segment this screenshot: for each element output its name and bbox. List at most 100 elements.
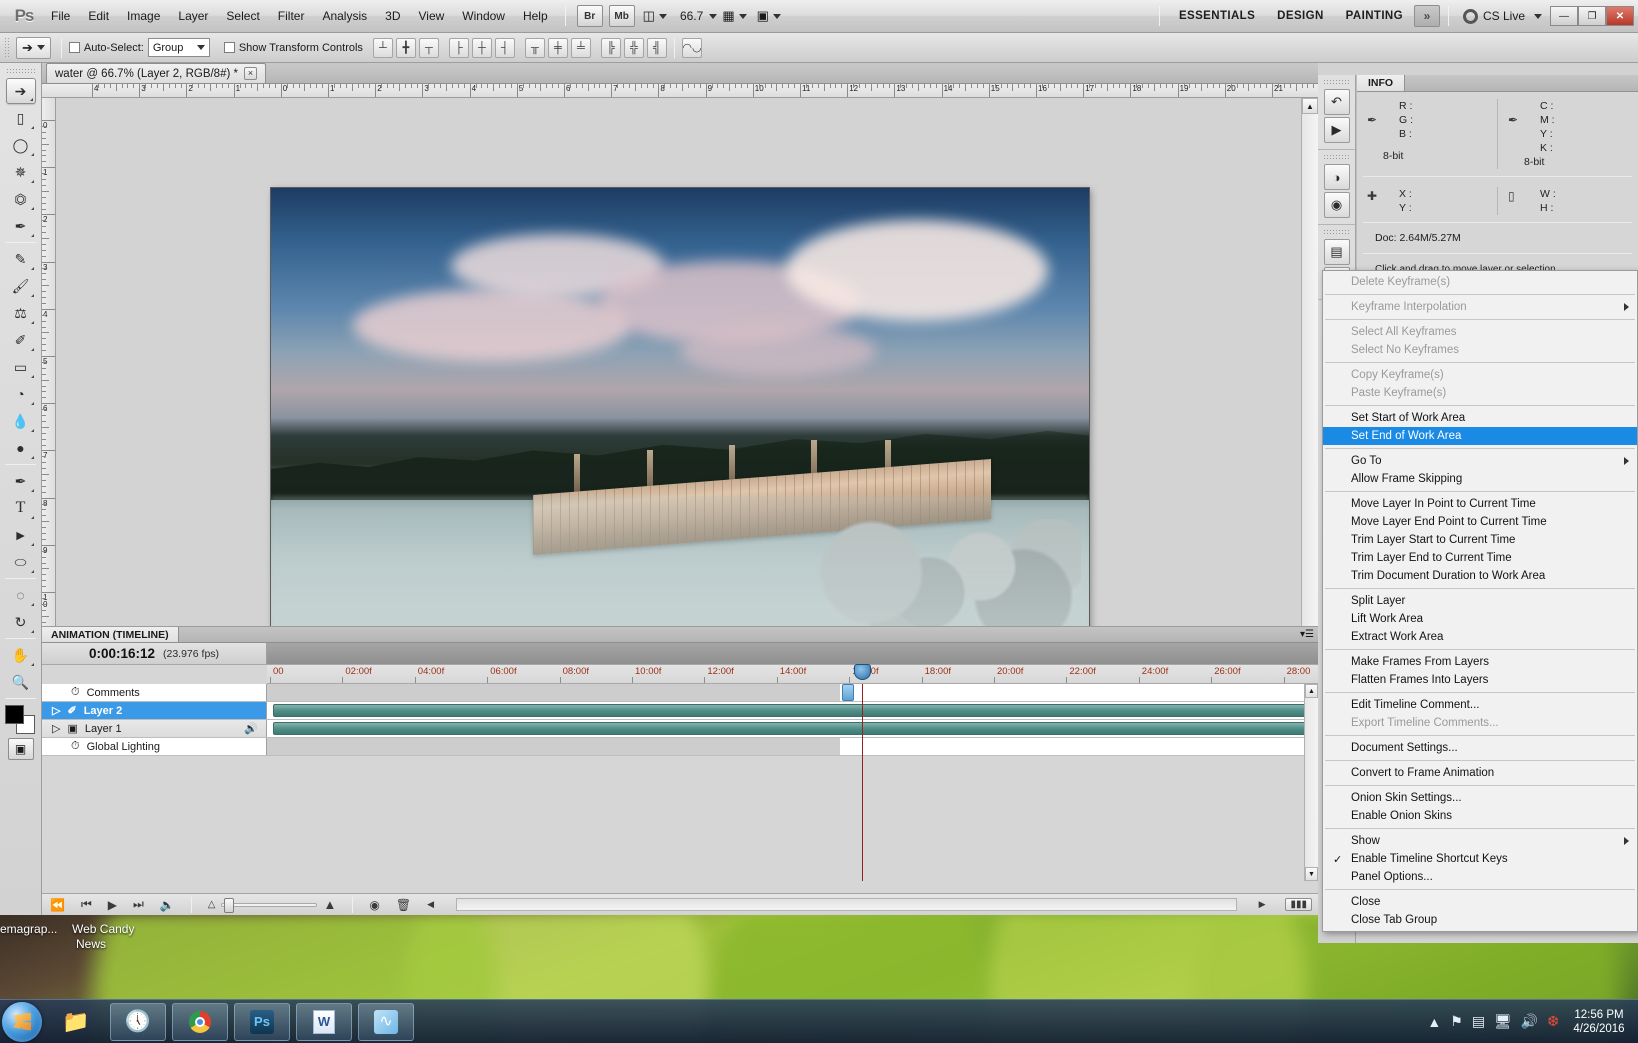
minimize-button[interactable]: — — [1550, 6, 1578, 26]
eyedropper-tool[interactable]: ✒ — [6, 213, 36, 239]
context-menu-item[interactable]: Go To — [1323, 452, 1637, 470]
context-menu-item[interactable]: Move Layer In Point to Current Time — [1323, 495, 1637, 513]
table-row[interactable]: ▷ ✐ Layer 2 — [42, 702, 1318, 720]
distribute-bottom-edges-button[interactable]: ╧ — [571, 38, 591, 58]
context-menu-item[interactable]: Make Frames From Layers — [1323, 653, 1637, 671]
context-menu-item[interactable]: Trim Layer Start to Current Time — [1323, 531, 1637, 549]
move-tool[interactable]: ➔ — [6, 78, 36, 104]
context-menu-item[interactable]: Trim Document Duration to Work Area — [1323, 567, 1637, 585]
document-tab-water[interactable]: water @ 66.7% (Layer 2, RGB/8#) * × — [46, 63, 266, 83]
select-previous-frame-icon[interactable]: ⏮ — [81, 897, 92, 912]
timeline-layer-duration-bar[interactable] — [273, 722, 1318, 735]
lasso-tool[interactable]: ◯ — [6, 132, 36, 158]
distribute-right-edges-button[interactable]: ╣ — [647, 38, 667, 58]
context-menu-item[interactable]: Set Start of Work Area — [1323, 409, 1637, 427]
table-row[interactable]: ▷ ▣ Layer 1 🔊 — [42, 720, 1318, 738]
menu-filter[interactable]: Filter — [269, 5, 314, 27]
zoom-in-icon[interactable]: ▲ — [323, 897, 336, 912]
timeline-ruler[interactable]: 0002:00f04:00f06:00f08:00f10:00f12:00f14… — [267, 665, 1318, 684]
foreground-color-swatch[interactable] — [5, 705, 24, 724]
hand-tool[interactable]: ✋ — [6, 642, 36, 668]
distribute-left-edges-button[interactable]: ╠ — [601, 38, 621, 58]
more-workspaces-button[interactable]: » — [1414, 5, 1440, 27]
zoom-slider-knob[interactable] — [224, 898, 234, 913]
align-vertical-centers-button[interactable]: ╋ — [396, 38, 416, 58]
brush-tool[interactable]: 🖌 — [6, 273, 36, 299]
context-menu-item[interactable]: Document Settings... — [1323, 739, 1637, 757]
distribute-horizontal-centers-button[interactable]: ╬ — [624, 38, 644, 58]
expand-triangle-icon[interactable]: ▷ — [52, 704, 60, 717]
current-tool-preset-picker[interactable]: ➔ — [16, 37, 51, 59]
rail-grip[interactable] — [1323, 154, 1350, 160]
adjustments-icon[interactable]: ◑ — [1324, 164, 1350, 190]
layer-comps-icon[interactable]: ▤ — [1324, 239, 1350, 265]
menu-view[interactable]: View — [409, 5, 453, 27]
timeline-track-comments[interactable] — [267, 684, 1318, 701]
context-menu-item[interactable]: ✓Enable Timeline Shortcut Keys — [1323, 850, 1637, 868]
context-menu-item[interactable]: Show — [1323, 832, 1637, 850]
timeline-panel-context-menu[interactable]: Delete Keyframe(s)Keyframe Interpolation… — [1322, 270, 1638, 932]
zoom-level-value[interactable]: 66.7 — [680, 9, 703, 23]
go-to-first-frame-icon[interactable]: ⏪ — [50, 898, 65, 912]
delete-keyframes-icon[interactable]: 🗑 — [396, 898, 411, 912]
start-button[interactable] — [2, 1002, 42, 1042]
zoom-chevron-down-icon[interactable] — [709, 14, 717, 19]
context-menu-item[interactable]: Move Layer End Point to Current Time — [1323, 513, 1637, 531]
timeline-hscroll-right-icon[interactable]: ▶ — [1259, 899, 1266, 910]
timeline-panel-menu-button[interactable]: ▾☰ — [1300, 627, 1318, 642]
align-right-edges-button[interactable]: ┤ — [495, 38, 515, 58]
taskbar-chrome-button[interactable] — [172, 1003, 228, 1041]
table-row[interactable]: ⏱ Global Lighting — [42, 738, 1318, 756]
spot-healing-brush-tool[interactable]: ✎ — [6, 246, 36, 272]
close-button[interactable]: ✕ — [1606, 6, 1634, 26]
dodge-tool[interactable]: ● — [6, 435, 36, 461]
context-menu-item[interactable]: Enable Onion Skins — [1323, 807, 1637, 825]
quick-selection-tool[interactable]: ✵ — [6, 159, 36, 185]
timeline-current-time-display[interactable]: 0:00:16:12 (23.976 fps) — [42, 643, 267, 664]
taskbar-clock[interactable]: 12:56 PM 4/26/2016 — [1568, 1008, 1630, 1036]
context-menu-item[interactable]: Close Tab Group — [1323, 911, 1637, 929]
security-alert-icon[interactable]: ❆ — [1547, 1013, 1559, 1030]
menu-analysis[interactable]: Analysis — [313, 5, 376, 27]
menu-help[interactable]: Help — [514, 5, 557, 27]
timeline-playhead-knob[interactable] — [854, 664, 871, 680]
canvas-image[interactable] — [271, 188, 1089, 647]
workspace-tab-essentials[interactable]: ESSENTIALS — [1168, 5, 1266, 27]
context-menu-item[interactable]: Trim Layer End to Current Time — [1323, 549, 1637, 567]
quick-mask-toggle-button[interactable]: ▣ — [8, 738, 34, 760]
timeline-layer-duration-bar[interactable] — [273, 704, 1318, 717]
distribute-top-edges-button[interactable]: ╥ — [525, 38, 545, 58]
auto-select-checkbox[interactable] — [69, 42, 80, 53]
windows-icon[interactable]: ▤ — [1472, 1013, 1485, 1030]
rail-grip[interactable] — [1323, 79, 1350, 85]
timeline-row-name-layer-2[interactable]: ▷ ✐ Layer 2 — [42, 702, 267, 719]
context-menu-item[interactable]: Flatten Frames Into Layers — [1323, 671, 1637, 689]
scroll-up-icon[interactable]: ▲ — [1302, 98, 1318, 114]
show-hidden-icons-arrow[interactable]: ▲ — [1427, 1014, 1441, 1030]
history-brush-tool[interactable]: ✐ — [6, 327, 36, 353]
action-center-flag-icon[interactable]: ⚑ — [1450, 1013, 1463, 1030]
workspace-tab-painting[interactable]: PAINTING — [1335, 5, 1414, 27]
taskbar-file-explorer-button[interactable]: 📁 — [48, 1003, 104, 1041]
timeline-track-layer-2[interactable] — [267, 702, 1318, 719]
3d-camera-rotate-tool[interactable]: ↻ — [6, 609, 36, 635]
history-icon[interactable]: ↶ — [1324, 89, 1350, 115]
taskbar-word-button[interactable]: W — [296, 1003, 352, 1041]
menu-file[interactable]: File — [42, 5, 79, 27]
view-extras-dropdown[interactable]: ◫ — [640, 6, 670, 26]
workspace-tab-design[interactable]: DESIGN — [1266, 5, 1335, 27]
context-menu-item[interactable]: Extract Work Area — [1323, 628, 1637, 646]
context-menu-item[interactable]: Onion Skin Settings... — [1323, 789, 1637, 807]
launch-bridge-button[interactable]: Br — [577, 5, 603, 27]
horizontal-ruler[interactable]: 4321012345678910111213141516171819202122 — [42, 84, 1318, 98]
audio-mute-icon[interactable]: 🔈 — [160, 898, 175, 912]
play-icon[interactable]: ▶ — [108, 898, 117, 912]
crop-tool[interactable]: ⏣ — [6, 186, 36, 212]
actions-play-icon[interactable]: ▶ — [1324, 117, 1350, 143]
distribute-vertical-centers-button[interactable]: ╪ — [548, 38, 568, 58]
stopwatch-icon[interactable]: ⏱ — [71, 740, 80, 753]
blur-tool[interactable]: 💧 — [6, 408, 36, 434]
onion-skin-icon[interactable]: ◉ — [369, 898, 379, 912]
timeline-track-global-lighting[interactable] — [267, 738, 1318, 755]
context-menu-item[interactable]: Convert to Frame Animation — [1323, 764, 1637, 782]
